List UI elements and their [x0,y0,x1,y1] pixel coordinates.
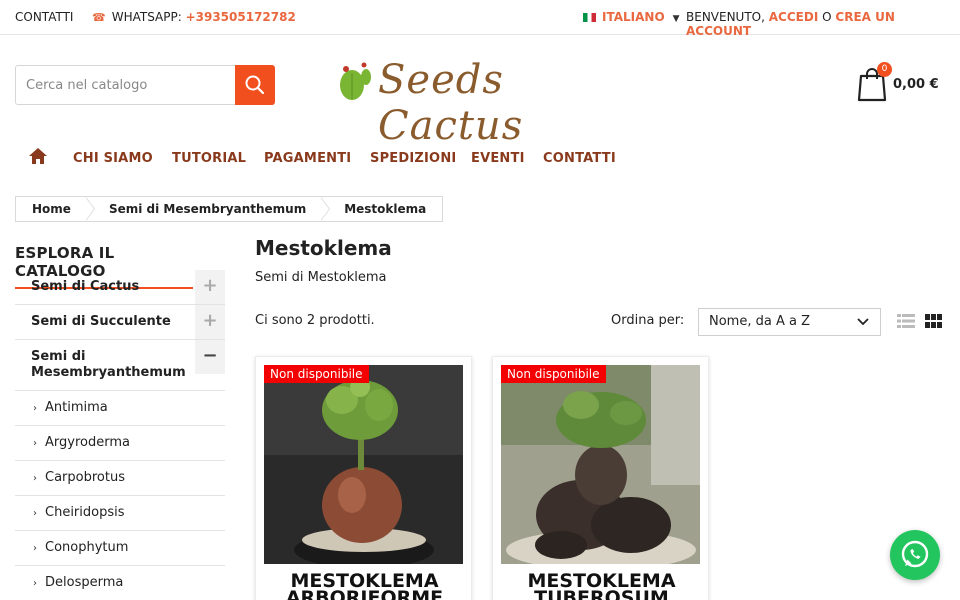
nav-item-pagamenti[interactable]: PAGAMENTI [264,151,351,166]
breadcrumb-category[interactable]: Semi di Mesembryanthemum [87,197,322,221]
cart-total: 0,00 € [893,77,939,92]
sort-dropdown[interactable]: Nome, da A a Z [698,308,881,336]
subcategory-label: Delosperma [45,575,124,590]
sidebar-subitem-conophytum[interactable]: › Conophytum [15,531,225,566]
nav-item-eventi[interactable]: EVENTI [471,151,525,166]
italian-flag-icon [583,13,596,22]
subcategory-label: Conophytum [45,540,129,555]
subcategory-label: Carpobrotus [45,470,125,485]
sidebar-subitem-antimima[interactable]: › Antimima [15,391,225,426]
sort-label: Ordina per: [611,313,685,328]
search-button[interactable] [235,65,275,105]
logo-text: Seeds Cactus [378,57,524,149]
subcategory-label: Cheiridopsis [45,505,125,520]
product-image[interactable] [501,365,700,564]
subcategory-label: Argyroderma [45,435,130,450]
nav-item-contatti[interactable]: CONTATTI [543,151,616,166]
subcategory-label: Antimima [45,400,108,415]
nav-item-chi-siamo[interactable]: CHI SIAMO [73,151,153,166]
contact-link[interactable]: CONTATTI [15,10,73,24]
category-description: Semi di Mestoklema [255,270,387,285]
whatsapp-label: WHATSAPP: [111,10,186,24]
chevron-right-icon: › [33,473,37,484]
product-name[interactable]: MESTOKLEMA TUBEROSUM [493,572,710,600]
site-logo[interactable]: Seeds Cactus [336,55,606,149]
whatsapp-icon [901,540,929,568]
category-sidebar: Semi di Cactus + Semi di Succulente + Se… [15,270,225,600]
product-image[interactable] [264,365,463,564]
top-bar: CONTATTI ☎ WHATSAPP: +393505172782 ITALIA… [0,0,960,38]
page-title: Mestoklema [255,236,392,260]
product-count: Ci sono 2 prodotti. [255,313,375,328]
sidebar-subitem-argyroderma[interactable]: › Argyroderma [15,426,225,461]
nav-item-spedizioni[interactable]: SPEDIZIONI [370,151,456,166]
cactus-logo-icon [340,62,371,100]
cart-count-badge: 0 [877,62,892,77]
chevron-down-icon [856,309,870,345]
unavailable-badge: Non disponibile [264,365,369,383]
language-selector[interactable]: ITALIANO ▼ [583,10,680,24]
whatsapp-contact[interactable]: ☎ WHATSAPP: +393505172782 [92,10,296,24]
nav-item-tutorial[interactable]: TUTORIAL [172,151,246,166]
product-card[interactable]: Non disponibile MESTOKLEMA ARBORIFORME [255,356,472,600]
breadcrumb: Home Semi di Mesembryanthemum Mestoklema [15,196,444,222]
chevron-right-icon: › [33,438,37,449]
chevron-right-icon: › [33,578,37,589]
sidebar-item-semi-di-cactus[interactable]: Semi di Cactus + [15,270,225,305]
sidebar-item-semi-di-mesembryanthemum[interactable]: Semi di Mesembryanthemum − [15,340,225,391]
sidebar-subitem-delosperma[interactable]: › Delosperma [15,566,225,600]
search-form [15,65,275,105]
sort-value: Nome, da A a Z [709,314,810,329]
product-card[interactable]: Non disponibile MESTOKLEMA TUBEROSUM [492,356,709,600]
category-label: Semi di Succulente [31,314,171,329]
whatsapp-number[interactable]: +393505172782 [186,10,296,24]
chevron-right-icon: › [33,403,37,414]
collapse-toggle[interactable]: − [195,340,225,374]
grid-view-button[interactable] [925,314,942,332]
category-label: Semi di Mesembryanthemum [31,349,186,380]
phone-icon: ☎ [92,11,106,24]
sidebar-subitem-carpobrotus[interactable]: › Carpobrotus [15,461,225,496]
sidebar-item-semi-di-succulente[interactable]: Semi di Succulente + [15,305,225,340]
home-link[interactable] [28,147,48,169]
account-links: BENVENUTO, ACCEDI O CREA UN ACCOUNT [686,10,960,38]
list-view-icon [897,314,915,328]
whatsapp-chat-button[interactable] [890,530,940,580]
unavailable-badge: Non disponibile [501,365,606,383]
login-link[interactable]: ACCEDI [769,10,819,24]
category-label: Semi di Cactus [31,279,140,294]
language-label: ITALIANO [602,10,665,24]
cart[interactable]: 0 0,00 € [857,62,947,102]
or-text: O [822,10,832,24]
product-name[interactable]: MESTOKLEMA ARBORIFORME [256,572,473,600]
search-icon [245,75,265,95]
home-icon [29,148,47,164]
search-input[interactable] [15,65,237,105]
chevron-right-icon: › [33,543,37,554]
chevron-right-icon: › [33,508,37,519]
breadcrumb-current: Mestoklema [344,202,427,216]
welcome-text: BENVENUTO, [686,10,765,24]
expand-toggle[interactable]: + [195,270,225,304]
expand-toggle[interactable]: + [195,305,225,339]
sidebar-subitem-cheiridopsis[interactable]: › Cheiridopsis [15,496,225,531]
grid-view-icon [925,314,942,328]
breadcrumb-home[interactable]: Home [16,197,87,221]
list-view-button[interactable] [897,314,915,332]
chevron-down-icon: ▼ [672,14,680,24]
